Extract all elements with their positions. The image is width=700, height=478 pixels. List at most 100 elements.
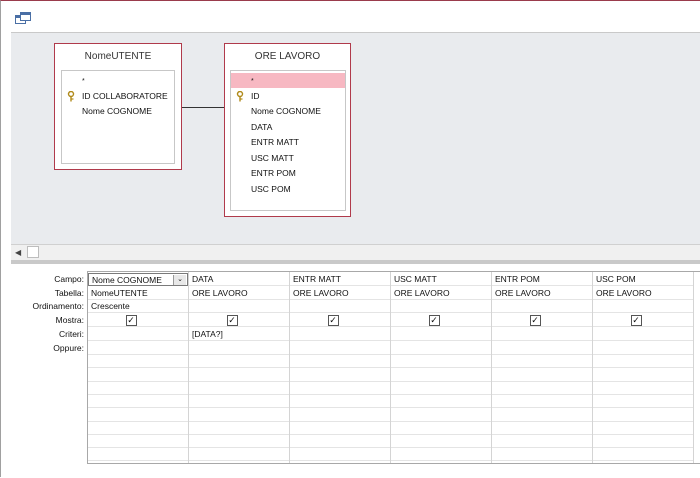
- empty-cell[interactable]: [290, 422, 390, 435]
- table-nomeutente[interactable]: NomeUTENTE * ID COLLABORATORE Nome COGNOME: [54, 43, 182, 170]
- empty-cell[interactable]: [391, 355, 491, 369]
- grid-column[interactable]: ENTR POM ORE LAVORO ✓: [492, 272, 593, 463]
- criteri-cell[interactable]: [391, 328, 491, 341]
- empty-cell[interactable]: [88, 409, 188, 422]
- grid-column[interactable]: Nome COGNOME ⌄ NomeUTENTE Crescente ✓: [88, 272, 189, 463]
- show-checkbox[interactable]: ✓: [327, 315, 339, 326]
- chevron-down-icon[interactable]: ⌄: [173, 275, 186, 285]
- empty-cell[interactable]: [391, 382, 491, 395]
- arrow-left-icon[interactable]: ◀: [15, 248, 21, 257]
- empty-cell[interactable]: [391, 409, 491, 422]
- ordinamento-cell[interactable]: [492, 300, 592, 313]
- empty-cell[interactable]: [391, 435, 491, 449]
- empty-cell[interactable]: [290, 395, 390, 409]
- mostra-cell[interactable]: ✓: [492, 314, 592, 327]
- empty-cell[interactable]: [593, 355, 693, 369]
- tabella-cell[interactable]: NomeUTENTE: [88, 287, 188, 300]
- empty-cell[interactable]: [189, 395, 289, 409]
- ordinamento-cell[interactable]: [391, 300, 491, 313]
- field-item[interactable]: *: [62, 73, 174, 88]
- empty-cell[interactable]: [593, 409, 693, 422]
- table-design-area[interactable]: NomeUTENTE * ID COLLABORATORE Nome COGNOME…: [11, 32, 700, 245]
- field-item[interactable]: USC POM: [231, 182, 345, 197]
- campo-cell[interactable]: USC POM: [593, 273, 693, 286]
- empty-cell[interactable]: [88, 382, 188, 395]
- campo-cell[interactable]: DATA: [189, 273, 289, 286]
- grid-column[interactable]: USC MATT ORE LAVORO ✓: [391, 272, 492, 463]
- tabella-cell[interactable]: ORE LAVORO: [189, 287, 289, 300]
- field-item[interactable]: DATA: [231, 120, 345, 135]
- ordinamento-cell[interactable]: Crescente: [88, 300, 188, 313]
- mostra-cell[interactable]: ✓: [189, 314, 289, 327]
- empty-cell[interactable]: [290, 409, 390, 422]
- empty-cell[interactable]: [189, 369, 289, 382]
- empty-cell[interactable]: [189, 422, 289, 435]
- empty-cell[interactable]: [189, 382, 289, 395]
- empty-cell[interactable]: [290, 342, 390, 355]
- criteri-cell[interactable]: [88, 328, 188, 341]
- field-item[interactable]: USC MATT: [231, 151, 345, 166]
- empty-cell[interactable]: [88, 369, 188, 382]
- show-checkbox[interactable]: ✓: [630, 315, 642, 326]
- table-ore-lavoro[interactable]: ORE LAVORO * ID Nome COGNOME DATA ENTR MATT U…: [224, 43, 351, 217]
- empty-cell[interactable]: [88, 448, 188, 462]
- empty-cell[interactable]: [593, 435, 693, 449]
- field-item[interactable]: Nome COGNOME: [62, 104, 174, 119]
- empty-cell[interactable]: [492, 369, 592, 382]
- empty-cell[interactable]: [88, 355, 188, 369]
- field-item[interactable]: ID: [231, 89, 345, 104]
- query-design-grid[interactable]: Nome COGNOME ⌄ NomeUTENTE Crescente ✓ DATA ORE…: [87, 271, 700, 464]
- empty-cell[interactable]: [492, 342, 592, 355]
- criteri-cell[interactable]: [593, 328, 693, 341]
- mostra-cell[interactable]: ✓: [290, 314, 390, 327]
- empty-cell[interactable]: [492, 448, 592, 462]
- empty-cell[interactable]: [290, 355, 390, 369]
- empty-cell[interactable]: [88, 435, 188, 449]
- empty-cell[interactable]: [593, 395, 693, 409]
- empty-cell[interactable]: [290, 369, 390, 382]
- empty-cell[interactable]: [391, 342, 491, 355]
- empty-cell[interactable]: [391, 369, 491, 382]
- grid-column[interactable]: USC POM ORE LAVORO ✓: [593, 272, 694, 463]
- empty-cell[interactable]: [593, 382, 693, 395]
- horizontal-scrollbar[interactable]: ◀: [11, 244, 700, 260]
- grid-column[interactable]: DATA ORE LAVORO ✓ [DATA?]: [189, 272, 290, 463]
- empty-cell[interactable]: [492, 382, 592, 395]
- empty-cell[interactable]: [593, 369, 693, 382]
- field-item[interactable]: ENTR POM: [231, 166, 345, 181]
- empty-cell[interactable]: [593, 422, 693, 435]
- show-checkbox[interactable]: ✓: [529, 315, 541, 326]
- field-item[interactable]: ID COLLABORATORE: [62, 89, 174, 104]
- tabella-cell[interactable]: ORE LAVORO: [593, 287, 693, 300]
- empty-cell[interactable]: [189, 435, 289, 449]
- empty-cell[interactable]: [189, 448, 289, 462]
- campo-cell[interactable]: ENTR MATT: [290, 273, 390, 286]
- mostra-cell[interactable]: ✓: [593, 314, 693, 327]
- criteri-cell[interactable]: [492, 328, 592, 341]
- empty-cell[interactable]: [391, 422, 491, 435]
- show-checkbox[interactable]: ✓: [226, 315, 238, 326]
- ordinamento-cell[interactable]: [290, 300, 390, 313]
- empty-cell[interactable]: [492, 355, 592, 369]
- field-item[interactable]: Nome COGNOME: [231, 104, 345, 119]
- empty-cell[interactable]: [391, 395, 491, 409]
- empty-cell[interactable]: [189, 342, 289, 355]
- tabella-cell[interactable]: ORE LAVORO: [391, 287, 491, 300]
- show-checkbox[interactable]: ✓: [428, 315, 440, 326]
- grid-column[interactable]: ENTR MATT ORE LAVORO ✓: [290, 272, 391, 463]
- show-checkbox[interactable]: ✓: [125, 315, 137, 326]
- tabella-cell[interactable]: ORE LAVORO: [492, 287, 592, 300]
- empty-cell[interactable]: [492, 395, 592, 409]
- empty-cell[interactable]: [88, 395, 188, 409]
- query-design-icon[interactable]: [15, 12, 31, 24]
- empty-cell[interactable]: [593, 342, 693, 355]
- campo-cell[interactable]: USC MATT: [391, 273, 491, 286]
- empty-cell[interactable]: [290, 382, 390, 395]
- field-item[interactable]: ENTR MATT: [231, 135, 345, 150]
- empty-cell[interactable]: [290, 448, 390, 462]
- empty-cell[interactable]: [88, 342, 188, 355]
- empty-cell[interactable]: [189, 355, 289, 369]
- ordinamento-cell[interactable]: [189, 300, 289, 313]
- campo-cell[interactable]: Nome COGNOME ⌄: [88, 273, 188, 286]
- table-title[interactable]: NomeUTENTE: [55, 44, 181, 70]
